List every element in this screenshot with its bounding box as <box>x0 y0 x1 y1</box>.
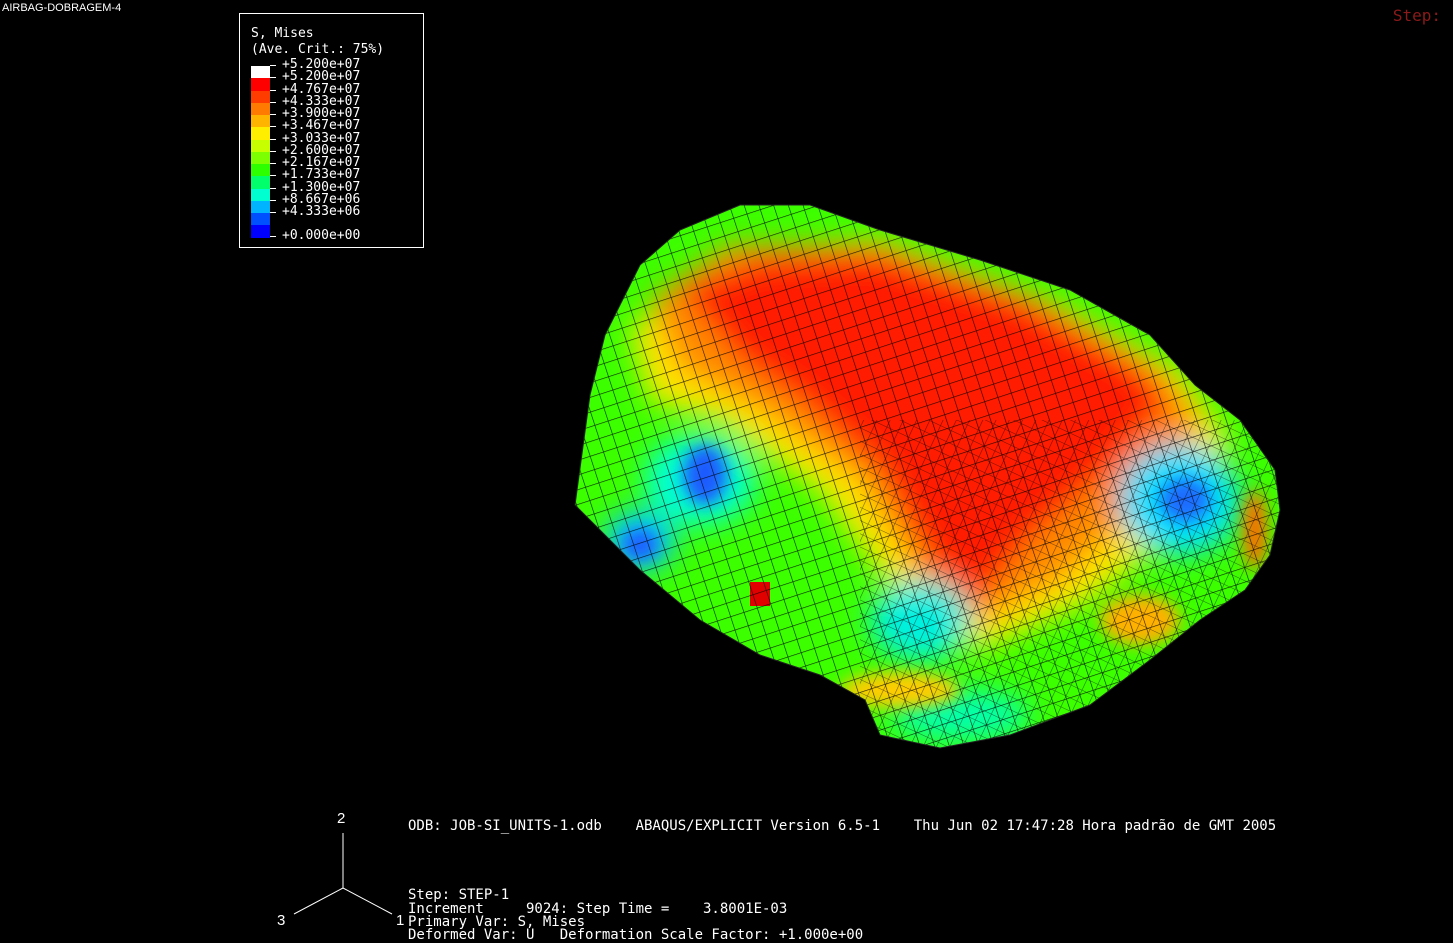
triad-axis-1-label: 1 <box>396 912 405 929</box>
triad-axis-3-label: 3 <box>277 912 286 929</box>
contour-field <box>575 205 1280 748</box>
abaqus-viewport[interactable]: AIRBAG-DOBRAGEM-4 Step: S, Mises (Ave. C… <box>0 0 1453 943</box>
deformed-var-line: Deformed Var: U Deformation Scale Factor… <box>408 927 864 943</box>
triad-axis-2-label: 2 <box>337 810 346 827</box>
deformed-airbag-model[interactable] <box>0 0 1453 800</box>
odb-info-line: ODB: JOB-SI_UNITS-1.odb ABAQUS/EXPLICIT … <box>408 818 1277 834</box>
orientation-triad <box>293 833 393 915</box>
